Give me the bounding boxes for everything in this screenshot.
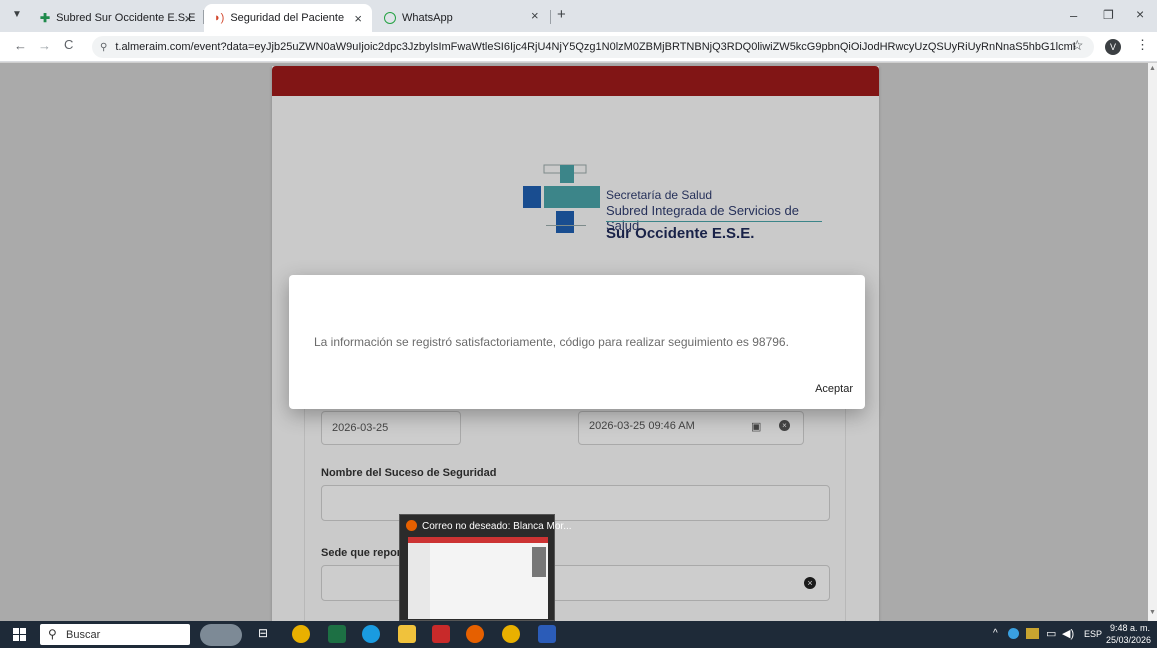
accept-button[interactable]: Aceptar	[815, 383, 853, 395]
close-icon[interactable]: ×	[531, 8, 539, 23]
clock-time[interactable]: 9:48 a. m.	[1110, 623, 1150, 633]
manatee-widget-icon[interactable]	[200, 624, 242, 646]
scroll-up-icon[interactable]: ▲	[1149, 65, 1156, 72]
chrome-taskbar-icon[interactable]	[292, 625, 310, 643]
browser-toolbar: ← → C ⚲ t.almeraim.com/event?data=eyJjb2…	[0, 32, 1157, 62]
windows-taskbar: ⚲ Buscar ⊟ ^ ▭ ◀) ESP 9:48 a. m. 25/03/2…	[0, 621, 1157, 648]
browser-tab-strip: ▼ ✚ Subred Sur Occidente E.S.E × ◗) Segu…	[0, 0, 1157, 32]
search-icon: ⚲	[48, 627, 57, 641]
close-icon[interactable]: ×	[184, 11, 192, 26]
address-bar[interactable]: ⚲ t.almeraim.com/event?data=eyJjb25uZWN0…	[92, 36, 1094, 58]
firefox-taskbar-icon[interactable]	[466, 625, 484, 643]
chrome-active-taskbar-icon[interactable]	[502, 625, 520, 643]
windows-start-icon[interactable]	[13, 628, 26, 641]
cross-favicon-icon: ✚	[40, 11, 51, 25]
task-view-icon[interactable]: ⊟	[258, 626, 268, 640]
taskbar-window-preview[interactable]: Correo no deseado: Blanca Mor...	[399, 514, 572, 621]
reload-icon[interactable]: C	[64, 37, 73, 52]
whatsapp-favicon-icon	[384, 12, 396, 24]
site-info-icon[interactable]: ⚲	[100, 42, 107, 53]
tab-search-icon[interactable]: ▼	[12, 9, 22, 20]
tab-title: Subred Sur Occidente E.S.E	[56, 12, 196, 24]
url-text: t.almeraim.com/event?data=eyJjb25uZWN0aW…	[115, 41, 1076, 53]
tab-divider	[550, 10, 551, 24]
scroll-down-icon[interactable]: ▼	[1149, 609, 1156, 616]
firefox-icon	[406, 520, 417, 531]
tab-subred[interactable]: ✚ Subred Sur Occidente E.S.E ×	[30, 4, 202, 32]
close-icon[interactable]: ×	[354, 11, 362, 26]
tray-chevron-icon[interactable]: ^	[993, 628, 998, 639]
taskbar-search[interactable]: ⚲ Buscar	[40, 624, 190, 645]
preview-title: Correo no deseado: Blanca Mor...	[422, 521, 572, 532]
sound-favicon-icon: ◗)	[214, 12, 225, 24]
preview-thumbnail	[408, 537, 548, 619]
file-explorer-taskbar-icon[interactable]	[398, 625, 416, 643]
tab-title: WhatsApp	[402, 12, 453, 24]
volume-icon[interactable]: ◀)	[1062, 627, 1074, 640]
network-icon[interactable]: ▭	[1046, 627, 1056, 640]
word-taskbar-icon[interactable]	[538, 625, 556, 643]
dialog-message: La información se registró satisfactoria…	[314, 335, 789, 349]
menu-kebab-icon[interactable]: ⋮	[1136, 37, 1149, 53]
page-scrollbar[interactable]: ▲ ▼	[1148, 63, 1157, 621]
back-icon[interactable]: ←	[14, 38, 27, 53]
search-placeholder: Buscar	[66, 628, 101, 641]
close-window-icon[interactable]: ×	[1136, 6, 1144, 22]
tray-app-icon[interactable]	[1008, 628, 1019, 639]
edge-taskbar-icon[interactable]	[362, 625, 380, 643]
excel-taskbar-icon[interactable]	[328, 625, 346, 643]
forward-icon[interactable]: →	[38, 38, 51, 53]
tray-flag-icon[interactable]	[1026, 628, 1039, 639]
tab-whatsapp[interactable]: WhatsApp	[374, 4, 498, 32]
tab-title: Seguridad del Paciente	[230, 12, 345, 24]
profile-avatar[interactable]: V	[1105, 39, 1121, 55]
minimize-icon[interactable]: –	[1070, 8, 1077, 23]
success-dialog: La información se registró satisfactoria…	[289, 275, 865, 409]
page-viewport: Secretaría de Salud Subred Integrada de …	[0, 63, 1148, 621]
tab-seguridad[interactable]: ◗) Seguridad del Paciente ×	[204, 4, 372, 32]
restore-icon[interactable]: ❐	[1103, 8, 1114, 22]
clock-date[interactable]: 25/03/2026	[1106, 635, 1151, 645]
language-indicator[interactable]: ESP	[1084, 629, 1102, 639]
acrobat-taskbar-icon[interactable]	[432, 625, 450, 643]
bookmark-star-icon[interactable]: ☆	[1071, 37, 1084, 54]
new-tab-button[interactable]: +	[557, 6, 566, 23]
